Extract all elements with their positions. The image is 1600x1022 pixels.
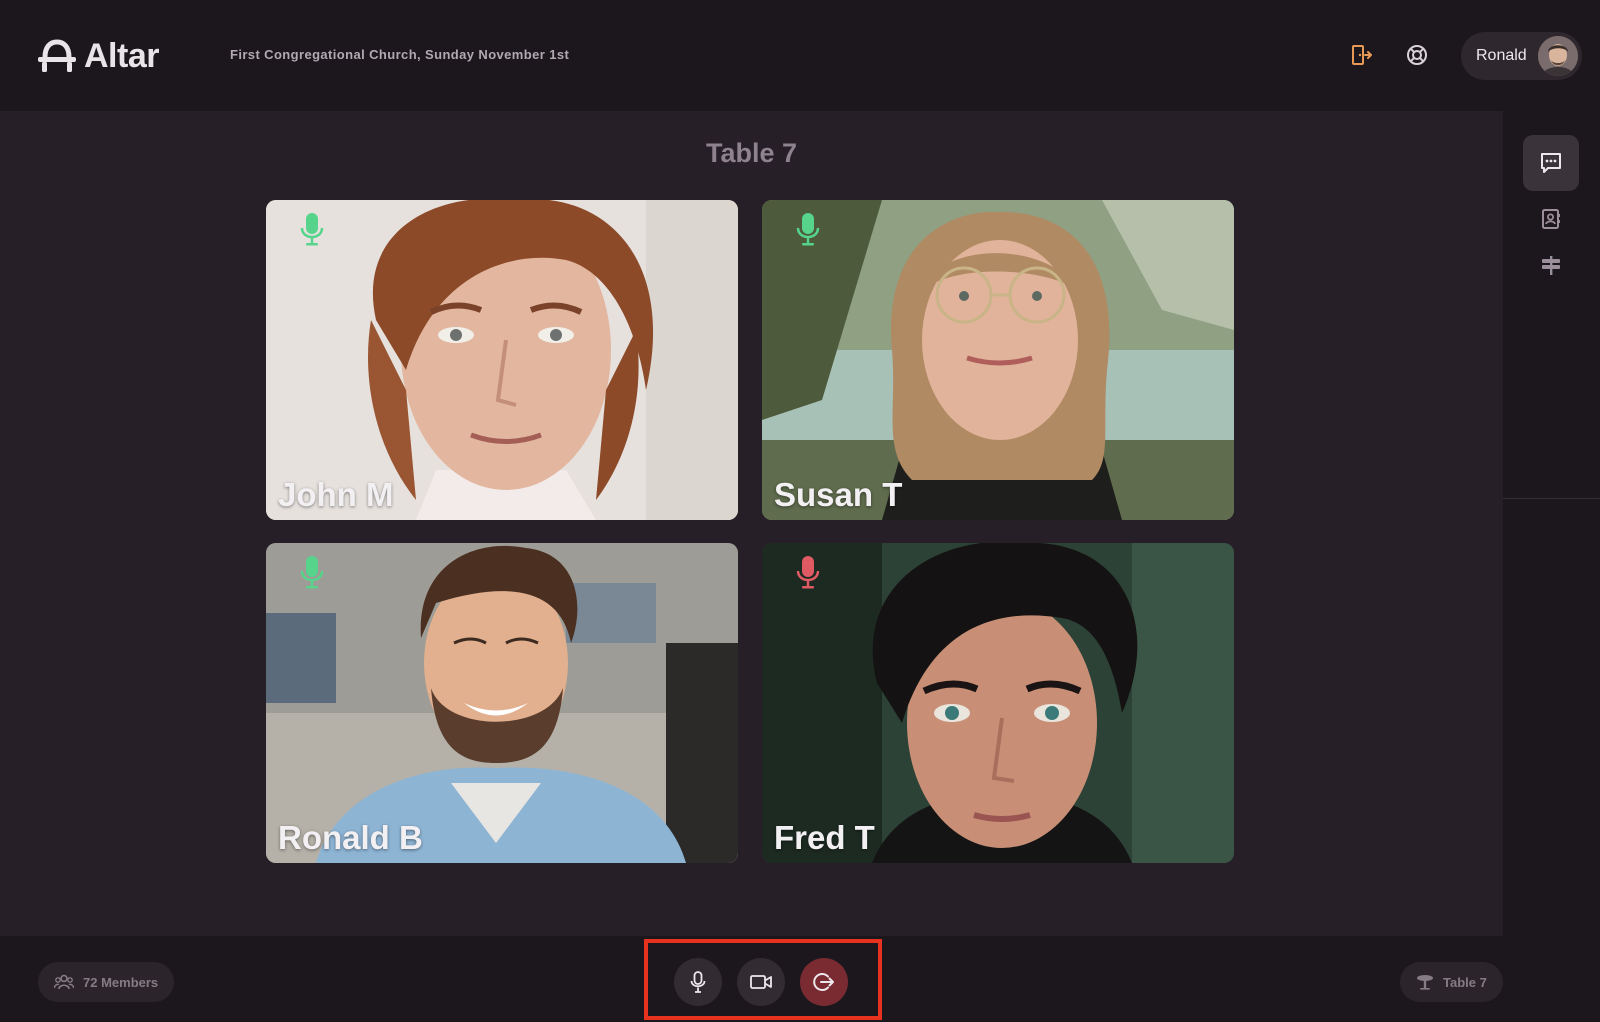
exit-event-button[interactable] — [1346, 40, 1376, 70]
help-button[interactable] — [1402, 40, 1432, 70]
mic-muted-icon — [796, 556, 820, 589]
table-icon — [1417, 975, 1433, 990]
participant-name: Fred T — [774, 819, 875, 856]
sidebar-divider — [1503, 498, 1600, 499]
user-avatar — [1538, 36, 1578, 76]
toggle-video-button[interactable] — [737, 958, 785, 1006]
chat-icon — [1541, 153, 1561, 173]
exit-door-icon — [1352, 45, 1372, 65]
mic-on-icon — [300, 556, 324, 589]
toggle-mic-button[interactable] — [674, 958, 722, 1006]
members-button[interactable]: 72 Members — [38, 962, 175, 1002]
bottom-toolbar: 72 Members Table 7 — [0, 936, 1600, 1022]
participant-name: Susan T — [774, 476, 903, 513]
leave-icon — [813, 973, 834, 991]
participant-tile-ronald[interactable]: Ronald B — [266, 543, 738, 863]
video-stage: Table 7 John M Susan T Ronald B Fred T — [0, 111, 1503, 936]
current-table-button[interactable]: Table 7 — [1400, 962, 1503, 1002]
chat-button[interactable] — [1523, 135, 1579, 191]
microphone-icon — [690, 971, 706, 993]
participant-video — [266, 543, 738, 863]
lifebuoy-help-icon — [1407, 45, 1427, 65]
room-title: Table 7 — [705, 138, 798, 168]
participant-video — [762, 543, 1234, 863]
user-name: Ronald — [1476, 47, 1527, 64]
brand-name: Altar — [84, 36, 159, 75]
participant-tile-john[interactable]: John M — [266, 200, 738, 520]
mic-on-icon — [796, 213, 820, 246]
top-header: Altar First Congregational Church, Sunda… — [0, 0, 1600, 111]
participant-name: John M — [278, 476, 394, 513]
altar-logo[interactable]: Altar — [38, 36, 159, 75]
tables-button[interactable] — [1523, 237, 1579, 293]
leave-table-button[interactable] — [800, 958, 848, 1006]
current-table-label: Table 7 — [1443, 974, 1487, 990]
participant-name: Ronald B — [278, 819, 423, 856]
event-title: First Congregational Church, Sunday Nove… — [230, 47, 570, 62]
members-icon — [54, 974, 74, 990]
contact-card-icon — [1542, 209, 1560, 229]
participant-tile-fred[interactable]: Fred T — [762, 543, 1234, 863]
right-sidebar — [1503, 111, 1600, 936]
video-camera-icon — [750, 975, 772, 989]
app-window: Altar First Congregational Church, Sunda… — [0, 0, 1600, 1022]
participant-tile-susan[interactable]: Susan T — [762, 200, 1234, 520]
altar-logo-icon — [38, 39, 76, 72]
signpost-icon — [1542, 256, 1560, 275]
user-menu[interactable]: Ronald — [1461, 32, 1582, 80]
members-count: 72 Members — [83, 974, 159, 990]
mic-on-icon — [300, 213, 324, 246]
participant-video — [762, 200, 1234, 520]
participant-video — [266, 200, 738, 520]
